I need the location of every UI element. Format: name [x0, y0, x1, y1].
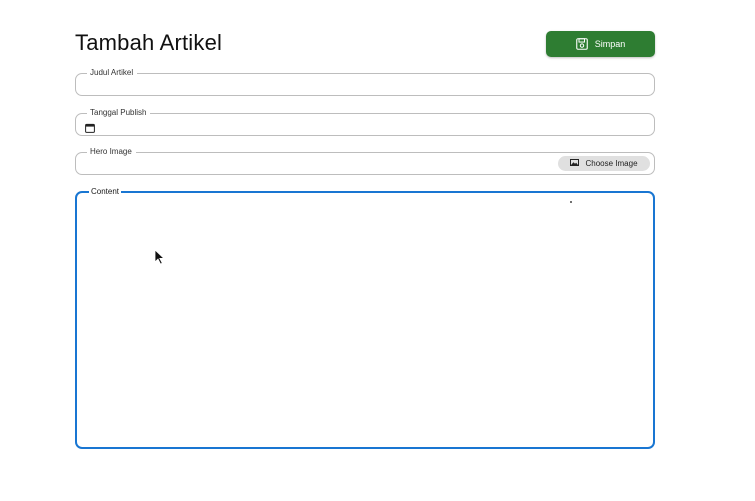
choose-image-label: Choose Image	[585, 159, 638, 168]
save-button[interactable]: Simpan	[546, 31, 655, 57]
publish-date-label: Tanggal Publish	[87, 108, 151, 118]
article-title-label: Judul Artikel	[87, 68, 138, 78]
add-article-page: Tambah Artikel Simpan Judul Artikel Tang…	[0, 0, 755, 501]
choose-image-button[interactable]: Choose Image	[558, 156, 650, 171]
image-icon	[570, 159, 580, 168]
content-label: Content	[89, 187, 122, 197]
page-title: Tambah Artikel	[75, 30, 223, 55]
hero-image-label: Hero Image	[87, 147, 136, 157]
mouse-pointer-icon	[154, 249, 166, 265]
hero-image-field: Hero Image Choose Image	[75, 147, 655, 175]
content-editor[interactable]: Content	[75, 187, 655, 449]
save-button-label: Simpan	[594, 39, 626, 49]
article-title-field[interactable]: Judul Artikel	[75, 68, 655, 96]
publish-date-field[interactable]: Tanggal Publish	[75, 108, 655, 136]
text-caret	[570, 201, 572, 203]
calendar-icon[interactable]	[85, 120, 95, 133]
floppy-disk-icon	[575, 38, 588, 50]
